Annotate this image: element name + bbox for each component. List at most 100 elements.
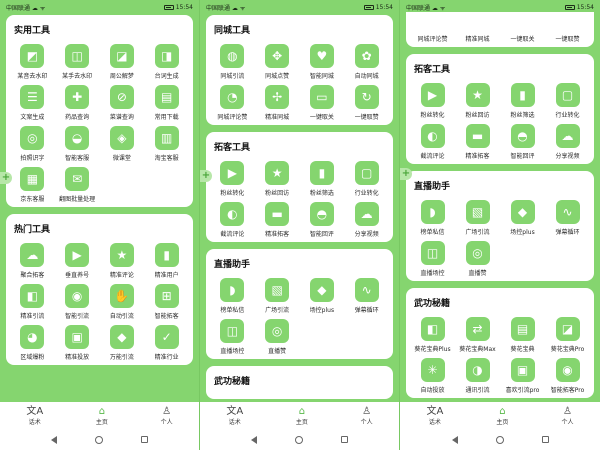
back-icon[interactable] [451,435,458,444]
tool-item[interactable]: ▥ 淘宝客服 [146,126,187,162]
tool-item[interactable]: ⊞ 智能拓客 [146,284,187,320]
tool-item[interactable]: ◔ 同城评论赞 [212,85,253,121]
tool-item[interactable]: ◐ 截流评论 [212,202,253,238]
tool-item[interactable]: ◨ 台词生成 [146,44,187,80]
tool-item[interactable]: ▶ 粉丝转化 [412,83,453,119]
tab-profile[interactable]: ♙ 个人 [361,406,373,426]
tool-item[interactable]: 同城评论赞 [412,12,453,43]
tool-item[interactable]: ⇄ 葵花宝典Max [457,317,498,353]
tool-item[interactable]: ✢ 精准同城 [257,85,298,121]
tool-item[interactable]: ◫ 直播场控 [212,319,253,355]
tool-item[interactable]: ★ 精准评论 [102,243,143,279]
tool-item[interactable]: ▶ 垂直养号 [57,243,98,279]
tool-item[interactable]: 一键取赞 [547,12,588,43]
tab-home[interactable]: ⌂ 主页 [296,406,308,426]
tool-item[interactable]: ▤ 葵花宝典 [502,317,543,353]
home-circle-icon[interactable] [95,435,103,444]
tool-item[interactable]: ◉ 智能拓客Pro [547,358,588,394]
tool-card: 直播助手 ◗ 榜单私信 ▧ 广场引流 ◆ 场控plus ∿ 弹幕循环 ◫ 直播场控 ◎ 直播赞 [406,171,594,281]
tool-item[interactable]: ◩ 某音去水印 [12,44,53,80]
floating-add-handle[interactable]: + [0,172,12,184]
tool-item[interactable]: ▮ 精准用户 [146,243,187,279]
home-circle-icon[interactable] [295,435,303,444]
tool-item[interactable]: ♥ 智能同城 [302,44,343,80]
tab-profile[interactable]: ♙ 个人 [561,406,573,426]
tool-item[interactable]: ◧ 精准引流 [12,284,53,320]
tool-item[interactable]: ◎ 直播赞 [257,319,298,355]
tool-item[interactable]: 一键取关 [502,12,543,43]
tool-item[interactable]: ✓ 精准行业 [146,325,187,361]
tool-item[interactable]: ◎ 拍照识字 [12,126,53,162]
tool-item[interactable]: ◗ 榜单私信 [212,278,253,314]
tool-item[interactable]: ◆ 场控plus [302,278,343,314]
tool-item[interactable]: 精准同城 [457,12,498,43]
tool-item[interactable]: ▧ 广场引流 [457,200,498,236]
tool-item[interactable]: ▮ 粉丝筛选 [502,83,543,119]
recent-apps-icon[interactable] [341,436,348,443]
tool-item[interactable]: ◗ 榜单私信 [412,200,453,236]
tab-profile[interactable]: ♙ 个人 [161,406,173,426]
tool-item[interactable]: ▢ 行业转化 [547,83,588,119]
tool-item[interactable]: ↻ 一键取赞 [346,85,387,121]
back-icon[interactable] [51,435,57,444]
tool-scroll-area[interactable]: 实用工具 ◩ 某音去水印 ◫ 某手去水印 ◪ 周公解梦 ◨ 台词生成 ☰ 文案生成 ✚ 药品查询 ⊘ 菜谱查… [0,12,199,402]
tool-item[interactable]: ✥ 同城点赞 [257,44,298,80]
tool-item[interactable]: ▦ 京东客服 [12,167,53,203]
tool-item[interactable]: ◪ 周公解梦 [102,44,143,80]
tool-item[interactable]: ▣ 精准投放 [57,325,98,361]
tab-home[interactable]: ⌂ 主页 [96,406,108,426]
tool-item[interactable]: ◎ 直播赞 [457,241,498,277]
tool-item[interactable]: ☁ 聚合拓客 [12,243,53,279]
tool-item[interactable]: ☁ 分享视频 [346,202,387,238]
recent-apps-icon[interactable] [541,436,549,443]
floating-add-handle[interactable]: + [400,168,412,180]
tool-item[interactable]: ✳ 自动投放 [412,358,453,394]
tool-item[interactable]: ◓ 智能回评 [502,124,543,160]
tool-item[interactable]: ✋ 自动引流 [102,284,143,320]
tool-item[interactable]: ☁ 分享视频 [547,124,588,160]
tool-item[interactable]: ☰ 文案生成 [12,85,53,121]
tool-item[interactable]: ◈ 微课堂 [102,126,143,162]
tool-item[interactable]: ◑ 通讯引流 [457,358,498,394]
tool-scroll-area[interactable]: 同城工具 ◍ 同城引流 ✥ 同城点赞 ♥ 智能同城 ✿ 自动同城 ◔ 同城评论赞 ✢ 精准同城 ▭ 一键取关… [200,12,399,402]
tool-item[interactable]: ◒ 智能客服 [57,126,98,162]
tool-item[interactable]: ▧ 广场引流 [257,278,298,314]
tool-item[interactable]: ▤ 常用下载 [146,85,187,121]
tool-item[interactable]: ✉ 翻图批量处理 [57,167,98,203]
tool-item[interactable]: ▣ 喜欢引流pro [502,358,543,394]
recent-apps-icon[interactable] [141,436,148,443]
home-icon: ⌂ [499,405,506,417]
tool-item[interactable]: ★ 粉丝回访 [257,161,298,197]
tool-item[interactable]: ∿ 弹幕循环 [346,278,387,314]
tool-item[interactable]: ◫ 某手去水印 [57,44,98,80]
tool-item[interactable]: ◐ 截流评论 [412,124,453,160]
tab-home[interactable]: ⌂ 主页 [496,406,508,426]
tab-script[interactable]: 文A 话术 [26,406,43,426]
tool-item[interactable]: ∿ 弹幕循环 [547,200,588,236]
tool-item[interactable]: ✚ 药品查询 [57,85,98,121]
tool-scroll-area[interactable]: 同城评论赞 精准同城 一键取关 一键取赞 拓客工具 ▶ 粉丝转化 ★ 粉丝回访 ▮ 粉丝筛选 ▢ 行业转… [400,12,600,402]
floating-add-handle[interactable]: + [200,170,212,182]
tool-item[interactable]: ▬ 精准拓客 [457,124,498,160]
tool-item[interactable]: ▮ 粉丝筛选 [302,161,343,197]
tool-item[interactable]: ▬ 精准拓客 [257,202,298,238]
tool-item[interactable]: ◧ 葵花宝典Plus [412,317,453,353]
home-circle-icon[interactable] [495,435,504,444]
tool-item[interactable]: ▶ 粉丝转化 [212,161,253,197]
tool-item[interactable]: ▢ 行业转化 [346,161,387,197]
tool-item[interactable]: ✿ 自动同城 [346,44,387,80]
tool-item[interactable]: ◆ 万能引流 [102,325,143,361]
tool-item[interactable]: ◫ 直播场控 [412,241,453,277]
tool-item[interactable]: ⊘ 菜谱查询 [102,85,143,121]
tab-script[interactable]: 文A 话术 [226,406,243,426]
tool-item[interactable]: ▭ 一键取关 [302,85,343,121]
tab-script[interactable]: 文A 话术 [427,406,444,426]
tool-item[interactable]: ★ 粉丝回访 [457,83,498,119]
tool-item[interactable]: ◓ 智能回评 [302,202,343,238]
tool-item[interactable]: ◪ 葵花宝典Pro [547,317,588,353]
tool-item[interactable]: ◆ 场控plus [502,200,543,236]
tool-item[interactable]: ◍ 同城引流 [212,44,253,80]
tool-item[interactable]: ◕ 区域爆粉 [12,325,53,361]
back-icon[interactable] [251,435,257,444]
tool-item[interactable]: ◉ 智能引流 [57,284,98,320]
